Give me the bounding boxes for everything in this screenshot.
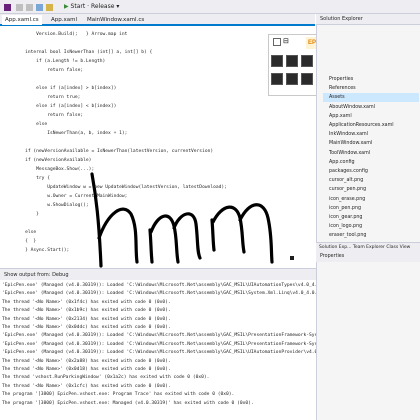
ink-dot <box>290 256 294 260</box>
ink-stroke-h <box>90 172 139 268</box>
ink-stroke-m2 <box>210 203 274 264</box>
ink-stroke-m1 <box>148 212 202 264</box>
handwritten-ink <box>90 172 294 268</box>
